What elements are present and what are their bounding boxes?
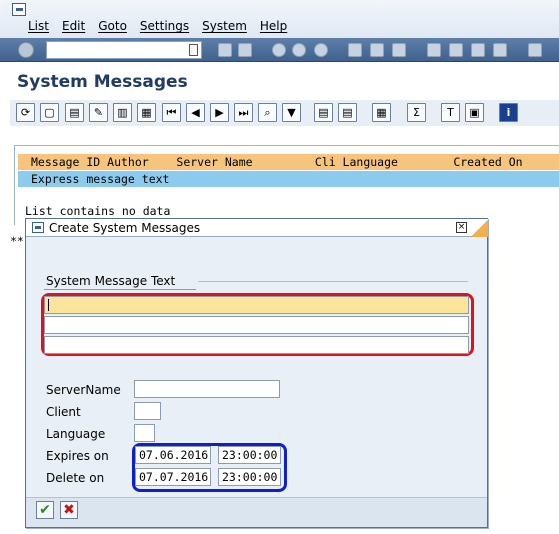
filter-icon[interactable]: ▼ xyxy=(282,103,301,122)
list-stars: ** xyxy=(10,234,24,248)
print-icon[interactable] xyxy=(348,43,362,57)
create-icon[interactable]: ▢ xyxy=(40,103,59,122)
menu-help[interactable]: Help xyxy=(260,19,287,33)
cancel-button-icon[interactable]: ✖ xyxy=(60,501,78,519)
title-icon[interactable]: T xyxy=(441,103,460,122)
main-menu: List Edit Goto Settings System Help xyxy=(28,19,300,33)
application-toolbar: ⟳ ▢ ▤ ✎ ▥ ▦ ⏮ ◀ ▶ ⏭ ⌕ ▼ ▤ ▤ ▦ Σ T ▣ i xyxy=(10,100,559,126)
command-field[interactable] xyxy=(46,41,202,59)
search-icon[interactable]: ⌕ xyxy=(258,103,277,122)
last-page-icon[interactable] xyxy=(493,43,507,57)
first-icon[interactable]: ⏮ xyxy=(162,103,181,122)
menu-edit[interactable]: Edit xyxy=(62,19,85,33)
page-title: System Messages xyxy=(17,72,188,92)
info-icon[interactable]: i xyxy=(499,103,518,122)
create-system-messages-dialog: Create System Messages × System Message … xyxy=(25,218,488,528)
first-page-icon[interactable] xyxy=(427,43,441,57)
group-divider xyxy=(44,289,196,290)
menu-list[interactable]: List xyxy=(28,19,49,33)
command-history-icon[interactable] xyxy=(189,44,198,56)
servername-input[interactable] xyxy=(134,380,280,398)
list-header-row: Message ID Author Server Name Cli Langua… xyxy=(18,154,559,170)
menu-goto[interactable]: Goto xyxy=(98,19,127,33)
language-input[interactable] xyxy=(134,424,155,442)
print-preview-icon[interactable]: ▤ xyxy=(338,103,357,122)
export-icon[interactable]: ▤ xyxy=(314,103,333,122)
close-icon[interactable]: × xyxy=(456,222,467,233)
dialog-title: Create System Messages xyxy=(49,221,201,235)
menu-system[interactable]: System xyxy=(202,19,247,33)
refresh-icon[interactable]: ⟳ xyxy=(16,103,35,122)
message-text-line-1[interactable] xyxy=(44,296,469,314)
client-input[interactable] xyxy=(134,402,161,420)
find-next-icon[interactable] xyxy=(392,43,406,57)
cancel-icon[interactable] xyxy=(314,43,328,57)
delete-time-input[interactable]: 23:00:00 xyxy=(218,468,281,486)
delete-icon[interactable]: ▥ xyxy=(113,103,132,122)
standard-toolbar xyxy=(0,38,559,62)
expires-label: Expires on xyxy=(46,449,109,463)
next-icon[interactable]: ▶ xyxy=(210,103,229,122)
empty-list-message: List contains no data xyxy=(25,204,171,218)
group-divider-right xyxy=(198,281,468,282)
enter-icon[interactable] xyxy=(18,42,34,58)
menu-settings[interactable]: Settings xyxy=(140,19,189,33)
dialog-window-icon xyxy=(32,222,44,233)
save-variant-icon[interactable]: ▣ xyxy=(465,103,484,122)
expires-time-input[interactable]: 23:00:00 xyxy=(218,446,281,464)
details-icon[interactable]: ▦ xyxy=(137,103,156,122)
dialog-corner-decoration xyxy=(472,219,488,237)
previous-page-icon[interactable] xyxy=(449,43,463,57)
delete-label: Delete on xyxy=(46,471,105,485)
servername-label: ServerName xyxy=(46,383,121,397)
find-icon[interactable] xyxy=(370,43,384,57)
last-icon[interactable]: ⏭ xyxy=(234,103,253,122)
layout-icon[interactable]: ▦ xyxy=(372,103,391,122)
message-text-line-3[interactable] xyxy=(44,336,469,354)
exit-icon[interactable] xyxy=(292,43,306,57)
sum-icon[interactable]: Σ xyxy=(407,103,426,122)
dialog-footer: ✔ ✖ xyxy=(26,497,487,527)
dialog-title-bar: Create System Messages × xyxy=(26,219,488,237)
display-icon[interactable]: ▤ xyxy=(65,103,84,122)
menu-bar: List Edit Goto Settings System Help xyxy=(0,0,559,38)
confirm-icon[interactable]: ✔ xyxy=(36,501,54,519)
language-label: Language xyxy=(46,427,106,441)
client-label: Client xyxy=(46,405,81,419)
save-icon[interactable] xyxy=(238,43,252,57)
back-icon[interactable] xyxy=(272,43,286,57)
delete-date-input[interactable]: 07.07.2016 xyxy=(135,468,211,486)
list-subheader-row: Express message text xyxy=(18,171,559,187)
previous-icon[interactable]: ◀ xyxy=(186,103,205,122)
sap-window-icon[interactable] xyxy=(12,3,26,16)
message-text-line-2[interactable] xyxy=(44,316,469,334)
change-icon[interactable]: ✎ xyxy=(89,103,108,122)
new-session-icon[interactable] xyxy=(528,43,542,57)
expires-date-input[interactable]: 07.06.2016 xyxy=(135,446,211,464)
back-arrow-icon[interactable] xyxy=(218,43,232,57)
next-page-icon[interactable] xyxy=(471,43,485,57)
message-text-group-label: System Message Text xyxy=(46,274,176,288)
